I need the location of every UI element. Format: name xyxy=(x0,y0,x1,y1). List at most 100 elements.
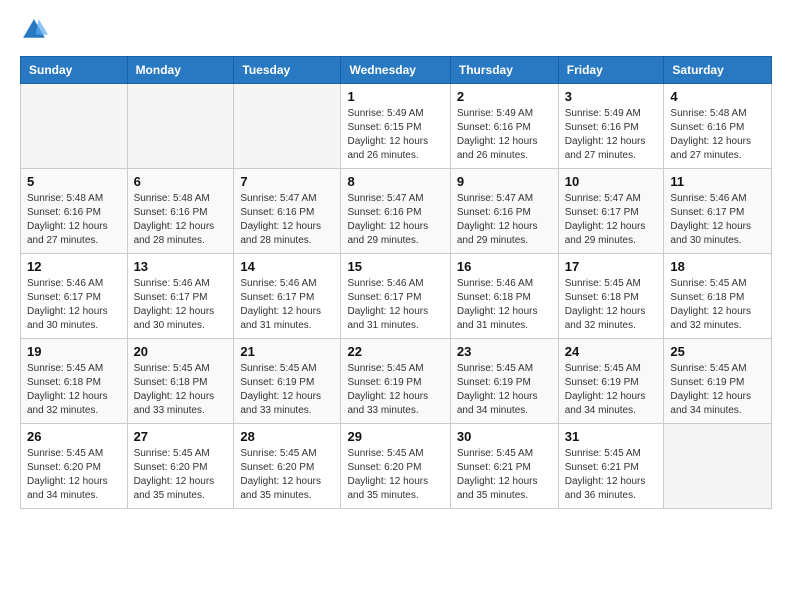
calendar-cell: 7 Sunrise: 5:47 AM Sunset: 6:16 PM Daylig… xyxy=(234,169,341,254)
week-row-1: 1 Sunrise: 5:49 AM Sunset: 6:15 PM Daylig… xyxy=(21,84,772,169)
calendar-cell: 29 Sunrise: 5:45 AM Sunset: 6:20 PM Dayli… xyxy=(341,424,450,509)
day-number: 23 xyxy=(457,344,552,359)
day-info: Sunrise: 5:48 AM Sunset: 6:16 PM Dayligh… xyxy=(134,192,228,248)
calendar-cell: 23 Sunrise: 5:45 AM Sunset: 6:19 PM Dayli… xyxy=(450,339,558,424)
day-number: 28 xyxy=(240,429,334,444)
day-info: Sunrise: 5:46 AM Sunset: 6:17 PM Dayligh… xyxy=(240,277,334,333)
calendar-cell: 19 Sunrise: 5:45 AM Sunset: 6:18 PM Dayli… xyxy=(21,339,128,424)
calendar-cell: 4Sunrise: 5:48 AM Sunset: 6:16 PM Daylig… xyxy=(664,84,772,169)
day-info: Sunrise: 5:45 AM Sunset: 6:20 PM Dayligh… xyxy=(134,447,228,503)
day-info: Sunrise: 5:45 AM Sunset: 6:20 PM Dayligh… xyxy=(347,447,443,503)
calendar-header-row: SundayMondayTuesdayWednesdayThursdayFrid… xyxy=(21,57,772,84)
calendar-cell: 24 Sunrise: 5:45 AM Sunset: 6:19 PM Dayli… xyxy=(558,339,664,424)
week-row-5: 26 Sunrise: 5:45 AM Sunset: 6:20 PM Dayli… xyxy=(21,424,772,509)
day-number: 24 xyxy=(565,344,658,359)
week-row-2: 5 Sunrise: 5:48 AM Sunset: 6:16 PM Daylig… xyxy=(21,169,772,254)
week-row-3: 12 Sunrise: 5:46 AM Sunset: 6:17 PM Dayli… xyxy=(21,254,772,339)
day-info: Sunrise: 5:45 AM Sunset: 6:19 PM Dayligh… xyxy=(457,362,552,418)
calendar-cell: 9 Sunrise: 5:47 AM Sunset: 6:16 PM Daylig… xyxy=(450,169,558,254)
column-header-saturday: Saturday xyxy=(664,57,772,84)
day-info: Sunrise: 5:46 AM Sunset: 6:17 PM Dayligh… xyxy=(670,192,765,248)
calendar-cell xyxy=(127,84,234,169)
calendar-cell: 14 Sunrise: 5:46 AM Sunset: 6:17 PM Dayli… xyxy=(234,254,341,339)
day-number: 5 xyxy=(27,174,121,189)
calendar-cell: 22Sunrise: 5:45 AM Sunset: 6:19 PM Dayli… xyxy=(341,339,450,424)
day-number: 19 xyxy=(27,344,121,359)
day-info: Sunrise: 5:45 AM Sunset: 6:19 PM Dayligh… xyxy=(565,362,658,418)
day-info: Sunrise: 5:46 AM Sunset: 6:17 PM Dayligh… xyxy=(27,277,121,333)
day-number: 25 xyxy=(670,344,765,359)
day-info: Sunrise: 5:49 AM Sunset: 6:16 PM Dayligh… xyxy=(565,107,658,163)
calendar-cell: 26 Sunrise: 5:45 AM Sunset: 6:20 PM Dayli… xyxy=(21,424,128,509)
day-number: 21 xyxy=(240,344,334,359)
day-info: Sunrise: 5:45 AM Sunset: 6:19 PM Dayligh… xyxy=(347,362,443,418)
day-number: 31 xyxy=(565,429,658,444)
calendar-cell: 15 Sunrise: 5:46 AM Sunset: 6:17 PM Dayli… xyxy=(341,254,450,339)
day-number: 4 xyxy=(670,89,765,104)
calendar-cell: 30 Sunrise: 5:45 AM Sunset: 6:21 PM Dayli… xyxy=(450,424,558,509)
calendar-cell: 21 Sunrise: 5:45 AM Sunset: 6:19 PM Dayli… xyxy=(234,339,341,424)
calendar-cell xyxy=(234,84,341,169)
day-info: Sunrise: 5:45 AM Sunset: 6:21 PM Dayligh… xyxy=(565,447,658,503)
day-number: 29 xyxy=(347,429,443,444)
calendar-cell: 3 Sunrise: 5:49 AM Sunset: 6:16 PM Daylig… xyxy=(558,84,664,169)
day-info: Sunrise: 5:47 AM Sunset: 6:16 PM Dayligh… xyxy=(240,192,334,248)
day-number: 17 xyxy=(565,259,658,274)
day-info: Sunrise: 5:45 AM Sunset: 6:18 PM Dayligh… xyxy=(27,362,121,418)
logo xyxy=(20,16,52,44)
day-info: Sunrise: 5:47 AM Sunset: 6:16 PM Dayligh… xyxy=(457,192,552,248)
calendar-cell: 2Sunrise: 5:49 AM Sunset: 6:16 PM Daylig… xyxy=(450,84,558,169)
calendar-cell xyxy=(664,424,772,509)
day-number: 12 xyxy=(27,259,121,274)
day-number: 3 xyxy=(565,89,658,104)
header xyxy=(20,16,772,44)
day-info: Sunrise: 5:49 AM Sunset: 6:16 PM Dayligh… xyxy=(457,107,552,163)
day-number: 1 xyxy=(347,89,443,104)
calendar-cell: 28 Sunrise: 5:45 AM Sunset: 6:20 PM Dayli… xyxy=(234,424,341,509)
calendar-cell: 18Sunrise: 5:45 AM Sunset: 6:18 PM Dayli… xyxy=(664,254,772,339)
calendar-cell: 8 Sunrise: 5:47 AM Sunset: 6:16 PM Daylig… xyxy=(341,169,450,254)
day-number: 10 xyxy=(565,174,658,189)
column-header-thursday: Thursday xyxy=(450,57,558,84)
calendar-cell: 12 Sunrise: 5:46 AM Sunset: 6:17 PM Dayli… xyxy=(21,254,128,339)
day-info: Sunrise: 5:45 AM Sunset: 6:19 PM Dayligh… xyxy=(240,362,334,418)
day-info: Sunrise: 5:46 AM Sunset: 6:18 PM Dayligh… xyxy=(457,277,552,333)
column-header-tuesday: Tuesday xyxy=(234,57,341,84)
calendar-cell: 1 Sunrise: 5:49 AM Sunset: 6:15 PM Daylig… xyxy=(341,84,450,169)
day-info: Sunrise: 5:45 AM Sunset: 6:20 PM Dayligh… xyxy=(240,447,334,503)
day-info: Sunrise: 5:46 AM Sunset: 6:17 PM Dayligh… xyxy=(134,277,228,333)
day-info: Sunrise: 5:45 AM Sunset: 6:18 PM Dayligh… xyxy=(134,362,228,418)
day-number: 7 xyxy=(240,174,334,189)
calendar-table: SundayMondayTuesdayWednesdayThursdayFrid… xyxy=(20,56,772,509)
calendar-cell: 25Sunrise: 5:45 AM Sunset: 6:19 PM Dayli… xyxy=(664,339,772,424)
calendar-cell: 20 Sunrise: 5:45 AM Sunset: 6:18 PM Dayli… xyxy=(127,339,234,424)
calendar-cell: 17 Sunrise: 5:45 AM Sunset: 6:18 PM Dayli… xyxy=(558,254,664,339)
column-header-friday: Friday xyxy=(558,57,664,84)
calendar-cell: 5 Sunrise: 5:48 AM Sunset: 6:16 PM Daylig… xyxy=(21,169,128,254)
day-number: 26 xyxy=(27,429,121,444)
column-header-wednesday: Wednesday xyxy=(341,57,450,84)
day-info: Sunrise: 5:45 AM Sunset: 6:18 PM Dayligh… xyxy=(565,277,658,333)
day-number: 27 xyxy=(134,429,228,444)
day-info: Sunrise: 5:45 AM Sunset: 6:20 PM Dayligh… xyxy=(27,447,121,503)
day-info: Sunrise: 5:49 AM Sunset: 6:15 PM Dayligh… xyxy=(347,107,443,163)
day-number: 9 xyxy=(457,174,552,189)
day-number: 30 xyxy=(457,429,552,444)
day-number: 8 xyxy=(347,174,443,189)
day-info: Sunrise: 5:45 AM Sunset: 6:21 PM Dayligh… xyxy=(457,447,552,503)
day-number: 20 xyxy=(134,344,228,359)
day-number: 13 xyxy=(134,259,228,274)
day-info: Sunrise: 5:47 AM Sunset: 6:17 PM Dayligh… xyxy=(565,192,658,248)
column-header-monday: Monday xyxy=(127,57,234,84)
day-info: Sunrise: 5:47 AM Sunset: 6:16 PM Dayligh… xyxy=(347,192,443,248)
day-number: 15 xyxy=(347,259,443,274)
day-info: Sunrise: 5:46 AM Sunset: 6:17 PM Dayligh… xyxy=(347,277,443,333)
logo-icon xyxy=(20,16,48,44)
day-number: 18 xyxy=(670,259,765,274)
column-header-sunday: Sunday xyxy=(21,57,128,84)
day-number: 14 xyxy=(240,259,334,274)
day-number: 11 xyxy=(670,174,765,189)
day-info: Sunrise: 5:48 AM Sunset: 6:16 PM Dayligh… xyxy=(27,192,121,248)
calendar-cell xyxy=(21,84,128,169)
day-number: 16 xyxy=(457,259,552,274)
